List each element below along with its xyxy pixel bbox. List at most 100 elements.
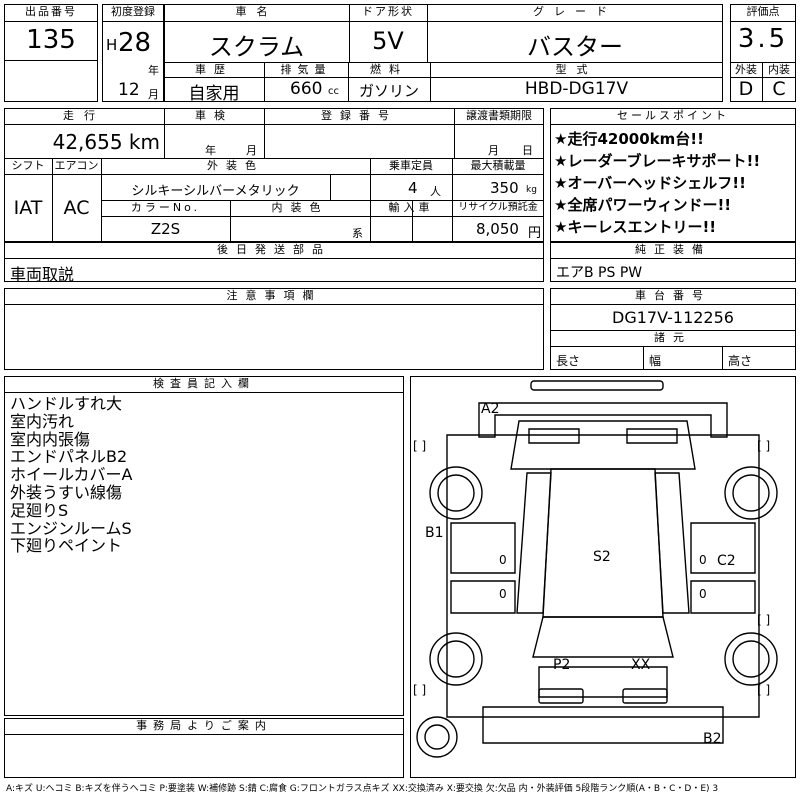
inspector-note: 室内汚れ [10,411,75,431]
interior-label: 内装 [768,63,790,76]
registration-label: 登録番号 [321,109,397,122]
length-label: 長さ [556,354,581,368]
load: 350 [490,179,519,197]
rating: 3.5 [737,24,789,54]
first-reg-year: 28 [118,28,152,58]
int-color-label: 内装色 [271,201,329,214]
later-parts-label: 後日発送部品 [217,243,331,256]
caution-label: 注意事項欄 [226,289,322,302]
height-label: 高さ [728,354,753,368]
sales-point: ★オーバーヘッドシェルフ!! [554,174,746,192]
history: 自家用 [188,84,240,104]
color-no: Z2S [150,220,181,238]
inspection-year-unit: 年 [205,144,216,157]
sales-point: ★全席パワーウィンドー!! [554,196,732,214]
inspector-note: 下廻りペイント [10,536,123,556]
displacement-unit: cc [328,86,339,97]
bracket-marker: [ ] [413,439,427,453]
seats-label: 乗車定員 [389,159,433,172]
mileage-label: 走行 [63,109,105,122]
door-type: 5V [372,27,404,55]
first-reg-label: 初度登録 [111,5,155,18]
era: H [106,36,118,54]
displacement-label: 排気量 [280,63,332,76]
grade-label: グレード [533,5,617,18]
mark-a2: A2 [481,401,500,417]
year-unit: 年 [148,64,159,77]
later-parts-value: 車両取説 [10,265,75,284]
lot-label: 出品番号 [25,5,77,18]
transfer-month-unit: 月 [488,144,499,157]
exterior-label: 外装 [735,63,757,76]
bracket-marker: [ ] [413,683,427,697]
zero-marker: 0 [699,553,707,567]
displacement: 660 [290,79,323,99]
ext-color: シルキーシルバーメタリック [131,184,300,199]
recycle-label: リサイクル預託金 [458,202,538,213]
equipment-label: 純正装備 [635,243,711,256]
width-label: 幅 [649,354,662,368]
exterior-grade: D [738,78,754,100]
bracket-marker: [ ] [757,613,771,627]
sales-point: ★キーレスエントリー!! [554,218,717,236]
model-label: 型式 [555,63,598,76]
legend: A:キズ U:ヘコミ B:キズを伴うヘコミ P:要塗装 W:補修跡 S:錆 C:… [6,784,719,794]
sales-point: ★走行42000km台!! [554,130,704,148]
shift-label: シフト [11,159,45,172]
aircon-label: エアコン [54,159,99,172]
chassis-label: 車台番号 [635,289,711,302]
mark-b2: B2 [703,731,722,747]
sales-label: セールスポイント [617,109,729,122]
inspector-label: 検査員記入欄 [153,377,255,390]
interior-grade: C [772,78,786,100]
inspector-note: エンドパネルB2 [10,447,128,467]
inspector-note: 室内内張傷 [10,429,91,449]
recycle-unit: 円 [528,226,542,241]
model-code: HBD-DG17V [524,79,629,99]
inspector-notes: ハンドルすれ大 室内汚れ 室内内張傷 エンドパネルB2 ホイールカバーA 外装う… [10,395,132,555]
door-label: ドア形状 [362,5,414,18]
inspector-note: ハンドルすれ大 [10,394,123,413]
grade: バスター [527,33,623,61]
sales-points: ★走行42000km台!! ★レーダーブレーキサポート!! ★オーバーヘッドシェ… [554,128,760,238]
first-reg-month: 12 [118,80,140,100]
detail-box [4,108,544,242]
month-unit: 月 [148,88,159,101]
mark-s2: S2 [593,549,611,565]
seats: 4 [408,179,418,197]
fuel: ガソリン [358,82,419,100]
bracket-marker: [ ] [757,683,771,697]
inspector-note: エンジンルームS [10,518,132,538]
int-color-unit: 系 [352,227,363,240]
zero-marker: 0 [499,587,507,601]
spec-label: 諸元 [654,331,692,344]
chassis-number: DG17V-112256 [612,308,734,327]
aircon: AC [63,197,90,219]
inspector-note: 足廻りS [10,500,69,520]
shift: IAT [13,197,43,219]
zero-marker: 0 [699,587,707,601]
inspector-note: ホイールカバーA [10,465,133,485]
equipment-value: エアB PS PW [556,265,643,281]
import-label: 輸入車 [388,201,434,214]
lot-number: 135 [26,25,76,55]
zero-marker: 0 [499,553,507,567]
transfer-label: 譲渡書類期限 [466,109,532,122]
sales-point: ★レーダーブレーキサポート!! [554,152,761,170]
inspection-label: 車検 [195,109,233,122]
car-name-label: 車名 [235,5,278,18]
office-label: 事務局よりご案内 [136,719,272,732]
load-label: 最大積載量 [470,159,526,172]
history-label: 車歴 [195,63,233,76]
car-name: スクラム [208,33,305,61]
mark-c2: C2 [717,553,736,569]
color-no-label: カラーNo. [130,201,201,214]
mark-xx: XX [631,657,651,673]
car-diagram-box: A2 B1 S2 C2 P2 XX B2 [ ] [ ] [ ] [ ] [ ]… [410,376,796,778]
mileage: 42,655 km [52,130,160,154]
inspection-month-unit: 月 [246,144,257,157]
mark-b1: B1 [425,525,444,541]
transfer-day-unit: 日 [522,144,533,157]
load-unit: kg [526,185,537,195]
mark-p2: P2 [553,657,571,673]
